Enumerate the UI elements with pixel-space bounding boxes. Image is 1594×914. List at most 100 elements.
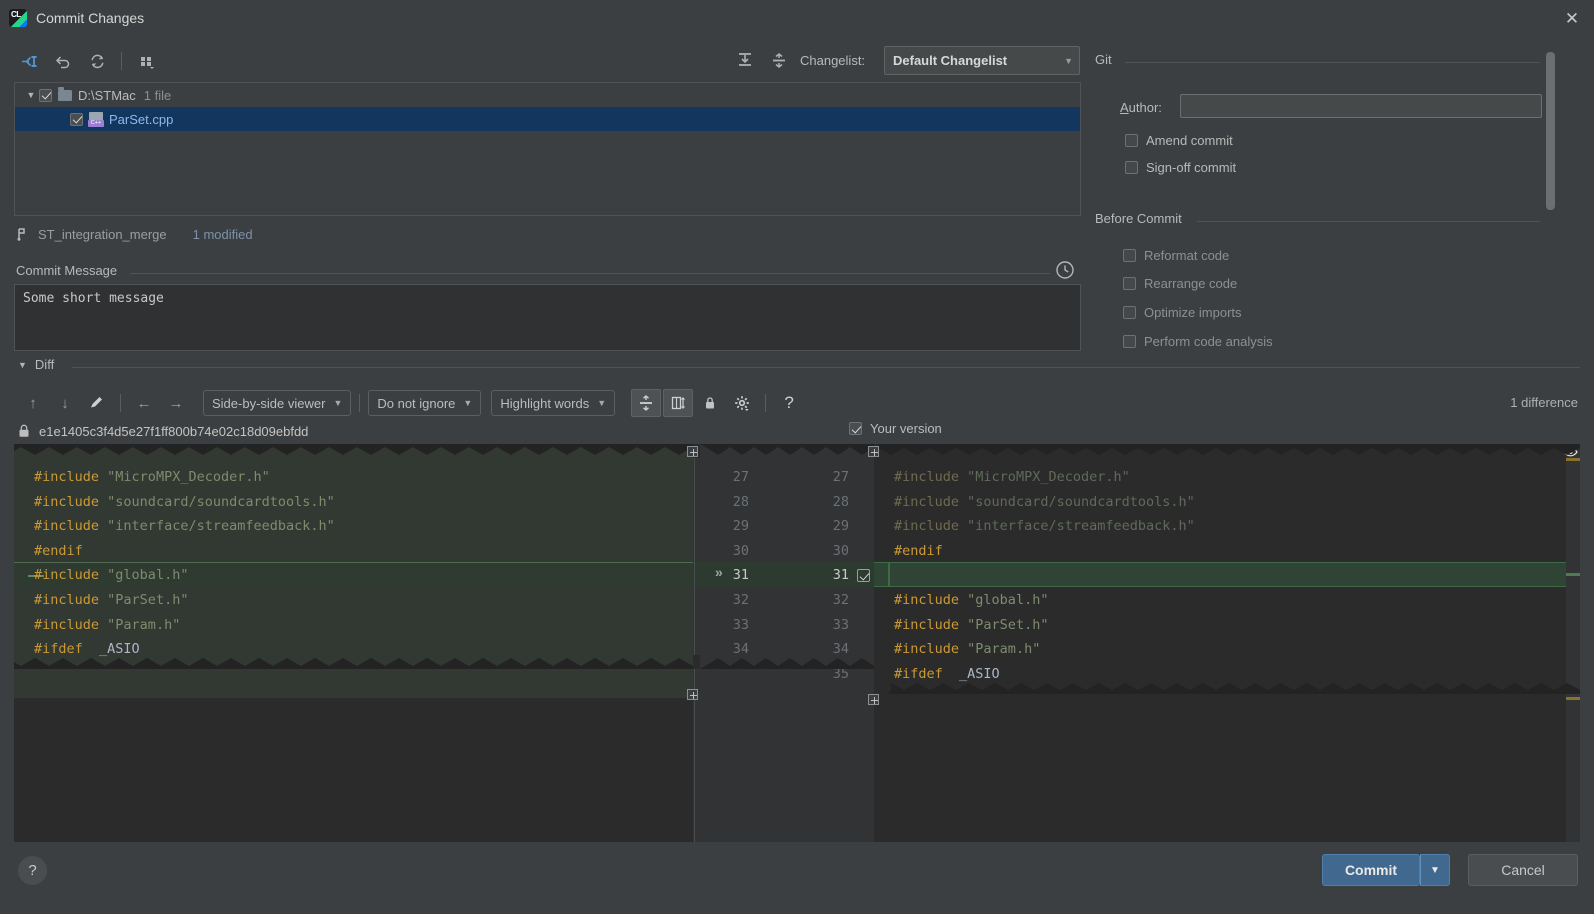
code-line-inserted-empty <box>874 563 1566 588</box>
line-number-right: 30 <box>832 542 849 559</box>
line-number-right: 27 <box>832 469 849 485</box>
line-number-right: 32 <box>832 592 849 608</box>
refresh-button[interactable] <box>82 47 112 75</box>
folded-region-top[interactable] <box>14 444 1580 458</box>
your-version-box[interactable] <box>849 422 862 435</box>
commit-options-arrow[interactable]: ▼ <box>1420 854 1450 886</box>
optimize-imports-box[interactable] <box>1123 306 1136 319</box>
file-checkbox[interactable] <box>70 112 83 126</box>
apply-right-button[interactable]: → <box>161 389 191 417</box>
chevron-down-icon: ▼ <box>1064 55 1073 66</box>
tree-row-root[interactable]: ▼ D:\STMac 1 file <box>15 83 1080 107</box>
diff-section-divider <box>72 367 1580 368</box>
code-string: "MicroMPX_Decoder.h" <box>107 469 270 485</box>
expand-fold-icon-bottom-left[interactable] <box>687 689 698 700</box>
reformat-code-box[interactable] <box>1123 249 1136 262</box>
commit-changes-dialog: Commit Changes ✕ Changelist: Default Cha… <box>0 0 1594 914</box>
code-line: #include "soundcard/soundcardtools.h" <box>14 490 693 515</box>
code-keyword: #include <box>34 493 100 510</box>
highlight-mode-combo[interactable]: Highlight words ▼ <box>491 390 616 416</box>
diff-help-button[interactable]: ? <box>774 389 804 417</box>
edit-icon[interactable] <box>82 389 112 417</box>
expand-triangle-icon[interactable]: ▼ <box>23 90 39 100</box>
lock-icon[interactable] <box>695 389 725 417</box>
line-number-right: 31 <box>832 567 849 584</box>
accept-change-chevron-icon[interactable]: » <box>715 564 723 580</box>
diff-section-legend[interactable]: ▼ Diff <box>18 357 54 372</box>
gear-icon[interactable] <box>727 389 757 417</box>
reformat-code-checkbox[interactable]: Reformat code <box>1123 248 1229 263</box>
dialog-footer: ? Commit ▼ Cancel <box>0 842 1594 914</box>
code-line: #include "global.h" <box>14 563 693 588</box>
diff-gutter[interactable]: 27 28 29 30 31 32 33 34 27 28 29 30 31 3… <box>693 444 875 842</box>
sign-off-commit-box[interactable] <box>1125 161 1138 174</box>
diff-legend-text: Diff <box>34 357 55 372</box>
diff-toolbar-divider-1 <box>120 394 121 412</box>
clock-icon[interactable] <box>1055 260 1077 282</box>
table-row[interactable]: ParSet.cpp <box>15 107 1080 131</box>
your-version-checkbox[interactable]: Your version <box>849 421 942 436</box>
revert-button[interactable] <box>48 47 78 75</box>
collapse-unchanged-icon[interactable] <box>631 389 662 417</box>
diff-overview-column[interactable] <box>1563 444 1580 842</box>
changes-toolbar <box>14 46 161 76</box>
ignore-mode-value: Do not ignore <box>377 395 456 411</box>
diff-pane-left[interactable]: #include "MicroMPX_Decoder.h" #include "… <box>14 444 693 842</box>
help-button[interactable]: ? <box>18 856 47 885</box>
show-whitespace-icon[interactable] <box>663 389 694 417</box>
changed-files-tree[interactable]: ▼ D:\STMac 1 file ParSet.cpp <box>14 82 1081 216</box>
commit-message-input[interactable]: Some short message <box>14 284 1081 351</box>
show-diff-button[interactable] <box>14 47 44 75</box>
git-panel-scrollbar[interactable] <box>1546 52 1555 210</box>
apply-left-button[interactable]: ← <box>129 389 159 417</box>
diff-viewer[interactable]: #include "MicroMPX_Decoder.h" #include "… <box>14 444 1580 842</box>
commit-message-legend: Commit Message <box>16 263 124 278</box>
code-string: "MicroMPX_Decoder.h" <box>967 469 1130 485</box>
git-section-legend: Git <box>1095 52 1112 67</box>
root-checkbox[interactable] <box>39 88 52 102</box>
rearrange-code-checkbox[interactable]: Rearrange code <box>1123 276 1237 291</box>
line-number-left: 32 <box>732 592 749 608</box>
previous-difference-button[interactable]: ↑ <box>18 389 48 417</box>
code-string: "interface/streamfeedback.h" <box>107 518 335 535</box>
next-difference-button[interactable]: ↓ <box>50 389 80 417</box>
expand-fold-icon-top-right[interactable] <box>868 446 879 457</box>
diff-collapse-triangle-icon[interactable]: ▼ <box>18 360 27 370</box>
changelist-combo[interactable]: Default Changelist ▼ <box>884 46 1080 75</box>
ignore-mode-combo[interactable]: Do not ignore ▼ <box>368 390 482 416</box>
overview-marker-folded-top <box>1566 458 1580 461</box>
collapse-all-icon[interactable] <box>764 47 794 75</box>
perform-code-analysis-label: Perform code analysis <box>1144 334 1273 349</box>
diff-toolbar: ↑ ↓ ← → Side-by-side viewer ▼ Do not ign… <box>18 388 804 418</box>
difference-count: 1 difference <box>1510 395 1578 410</box>
code-keyword: #include <box>34 518 100 535</box>
line-number-right: 33 <box>832 616 849 633</box>
sign-off-commit-checkbox[interactable]: Sign-off commit <box>1125 160 1236 175</box>
viewer-mode-combo[interactable]: Side-by-side viewer ▼ <box>203 390 352 416</box>
amend-commit-checkbox[interactable]: Amend commit <box>1125 133 1233 148</box>
diff-pane-right[interactable]: #include "MicroMPX_Decoder.h" #include "… <box>874 444 1566 842</box>
optimize-imports-checkbox[interactable]: Optimize imports <box>1123 305 1242 320</box>
expand-all-icon[interactable] <box>730 47 760 75</box>
code-line: #include "Param.h" <box>14 613 693 638</box>
rearrange-code-box[interactable] <box>1123 277 1136 290</box>
git-section-divider <box>1125 62 1540 63</box>
commit-button[interactable]: Commit <box>1322 854 1420 886</box>
modified-count: 1 modified <box>192 226 253 242</box>
accept-change-checkbox[interactable] <box>857 569 870 582</box>
perform-code-analysis-box[interactable] <box>1123 335 1136 348</box>
code-string: "Param.h" <box>107 616 181 633</box>
code-keyword: #include <box>894 469 960 485</box>
perform-code-analysis-checkbox[interactable]: Perform code analysis <box>1123 334 1273 349</box>
folded-region-bottom[interactable] <box>14 680 1580 694</box>
group-by-button[interactable] <box>131 47 161 75</box>
changelist-label: Changelist: <box>800 53 865 68</box>
cancel-button[interactable]: Cancel <box>1468 854 1578 886</box>
close-icon[interactable]: ✕ <box>1550 0 1594 36</box>
expand-fold-icon-top-left[interactable] <box>687 446 698 457</box>
expand-fold-icon-bottom-right[interactable] <box>868 694 879 705</box>
author-field[interactable] <box>1180 94 1542 118</box>
folded-region-middle[interactable] <box>14 655 1580 669</box>
chevron-down-icon: ▼ <box>333 398 343 408</box>
amend-commit-box[interactable] <box>1125 134 1138 147</box>
